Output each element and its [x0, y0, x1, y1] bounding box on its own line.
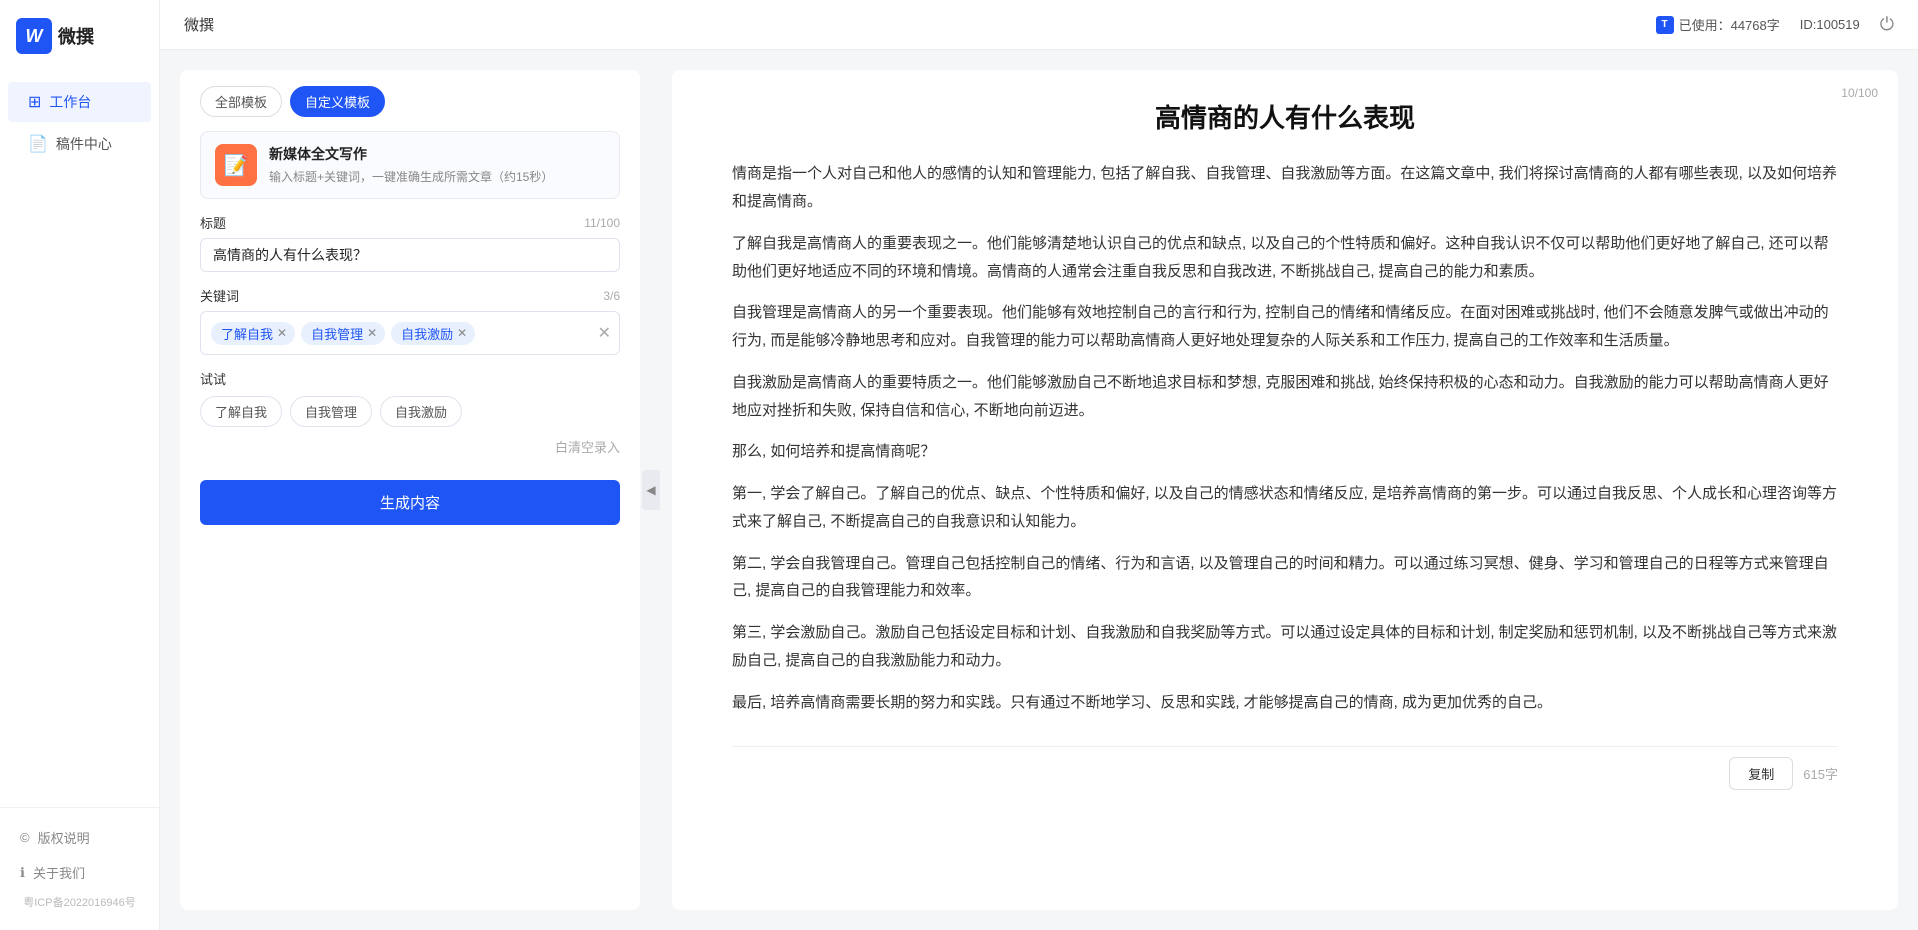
- title-section: 标题 11/100: [200, 213, 620, 272]
- try-section: 试试 了解自我 自我管理 自我激励 白清空录入: [200, 369, 620, 458]
- article-paragraph: 最后, 培养高情商需要长期的努力和实践。只有通过不断地学习、反思和实践, 才能够…: [732, 689, 1838, 717]
- keyword-remove-2[interactable]: ✕: [367, 326, 377, 340]
- logo-area: W 微撰: [0, 0, 159, 72]
- usage-info: T 已使用：44768字: [1656, 15, 1780, 34]
- sidebar: W 微撰 ⊞ 工作台 📄 稿件中心 © 版权说明 ℹ 关于我们 粤ICP备202…: [0, 0, 160, 930]
- sidebar-drafts-label: 稿件中心: [56, 134, 112, 154]
- topbar-title: 微撰: [184, 14, 214, 35]
- right-footer: 复制 615字: [732, 746, 1838, 790]
- sidebar-footer: © 版权说明 ℹ 关于我们 粤ICP备2022016946号: [0, 807, 159, 930]
- keywords-clear-btn[interactable]: ✕: [598, 323, 611, 343]
- clear-all-btn[interactable]: 白清空录入: [200, 435, 620, 458]
- template-info: 新媒体全文写作 输入标题+关键词，一键准确生成所需文章（约15秒）: [269, 144, 605, 186]
- keywords-label: 关键词: [200, 286, 239, 305]
- logo-text: 微撰: [58, 23, 94, 49]
- sidebar-nav: ⊞ 工作台 📄 稿件中心: [0, 72, 159, 807]
- title-count: 11/100: [584, 216, 620, 230]
- content-area: 全部模板 自定义模板 📝 新媒体全文写作 输入标题+关键词，一键准确生成所需文章…: [160, 50, 1918, 930]
- article-body: 情商是指一个人对自己和他人的感情的认知和管理能力, 包括了解自我、自我管理、自我…: [732, 160, 1838, 730]
- article-paragraph: 了解自我是高情商人的重要表现之一。他们能够清楚地认识自己的优点和缺点, 以及自己…: [732, 230, 1838, 286]
- article-paragraph: 情商是指一个人对自己和他人的感情的认知和管理能力, 包括了解自我、自我管理、自我…: [732, 160, 1838, 216]
- keyword-tag-3[interactable]: 自我激励 ✕: [391, 322, 475, 345]
- keywords-label-row: 关键词 3/6: [200, 286, 620, 305]
- about-label: 关于我们: [33, 863, 85, 882]
- article-paragraph: 第一, 学会了解自己。了解自己的优点、缺点、个性特质和偏好, 以及自己的情感状态…: [732, 480, 1838, 536]
- template-name: 新媒体全文写作: [269, 144, 605, 164]
- article-counter: 10/100: [1841, 86, 1878, 100]
- try-tags: 了解自我 自我管理 自我激励: [200, 396, 620, 427]
- keyword-tag-1[interactable]: 了解自我 ✕: [211, 322, 295, 345]
- template-card: 📝 新媒体全文写作 输入标题+关键词，一键准确生成所需文章（约15秒）: [200, 131, 620, 199]
- topbar-right: T 已使用：44768字 ID:100519 ⏻: [1656, 14, 1894, 35]
- copyright-label: 版权说明: [38, 828, 90, 847]
- keyword-remove-3[interactable]: ✕: [457, 326, 467, 340]
- keywords-count: 3/6: [603, 289, 620, 303]
- keywords-box[interactable]: 了解自我 ✕ 自我管理 ✕ 自我激励 ✕ ✕: [200, 311, 620, 355]
- word-count: 615字: [1803, 764, 1838, 783]
- try-tag-2[interactable]: 自我管理: [290, 396, 372, 427]
- left-panel: 全部模板 自定义模板 📝 新媒体全文写作 输入标题+关键词，一键准确生成所需文章…: [180, 70, 640, 910]
- article-paragraph: 那么, 如何培养和提高情商呢？: [732, 438, 1838, 466]
- power-button[interactable]: ⏻: [1880, 14, 1894, 35]
- keywords-section: 关键词 3/6 了解自我 ✕ 自我管理 ✕ 自我激励 ✕: [200, 286, 620, 355]
- collapse-button[interactable]: ◀: [642, 470, 660, 510]
- try-tag-3[interactable]: 自我激励: [380, 396, 462, 427]
- keyword-tag-2[interactable]: 自我管理 ✕: [301, 322, 385, 345]
- copyright-item[interactable]: © 版权说明: [0, 820, 159, 855]
- usage-icon: T: [1656, 16, 1674, 34]
- title-input[interactable]: [200, 238, 620, 272]
- topbar: 微撰 T 已使用：44768字 ID:100519 ⏻: [160, 0, 1918, 50]
- about-item[interactable]: ℹ 关于我们: [0, 855, 159, 890]
- workbench-icon: ⊞: [28, 92, 41, 112]
- drafts-icon: 📄: [28, 134, 48, 154]
- icp-text: 粤ICP备2022016946号: [0, 890, 159, 918]
- article-paragraph: 第三, 学会激励自己。激励自己包括设定目标和计划、自我激励和自我奖励等方式。可以…: [732, 619, 1838, 675]
- try-label: 试试: [200, 369, 620, 388]
- sidebar-item-drafts[interactable]: 📄 稿件中心: [8, 124, 151, 164]
- article-title: 高情商的人有什么表现: [732, 100, 1838, 136]
- title-label-row: 标题 11/100: [200, 213, 620, 232]
- sidebar-workbench-label: 工作台: [49, 92, 91, 112]
- title-label: 标题: [200, 213, 226, 232]
- sidebar-item-workbench[interactable]: ⊞ 工作台: [8, 82, 151, 122]
- copyright-icon: ©: [20, 830, 30, 845]
- logo-icon: W: [16, 18, 52, 54]
- id-info: ID:100519: [1800, 17, 1860, 32]
- tab-custom-templates[interactable]: 自定义模板: [290, 86, 385, 117]
- template-tabs: 全部模板 自定义模板: [200, 86, 620, 117]
- article-paragraph: 自我管理是高情商人的另一个重要表现。他们能够有效地控制自己的言行和行为, 控制自…: [732, 299, 1838, 355]
- article-paragraph: 自我激励是高情商人的重要特质之一。他们能够激励自己不断地追求目标和梦想, 克服困…: [732, 369, 1838, 425]
- template-icon: 📝: [215, 144, 257, 186]
- try-tag-1[interactable]: 了解自我: [200, 396, 282, 427]
- article-paragraph: 第二, 学会自我管理自己。管理自己包括控制自己的情绪、行为和言语, 以及管理自己…: [732, 550, 1838, 606]
- tab-all-templates[interactable]: 全部模板: [200, 86, 282, 117]
- right-panel: 10/100 高情商的人有什么表现 情商是指一个人对自己和他人的感情的认知和管理…: [672, 70, 1898, 910]
- generate-button[interactable]: 生成内容: [200, 480, 620, 525]
- keyword-remove-1[interactable]: ✕: [277, 326, 287, 340]
- about-icon: ℹ: [20, 865, 25, 881]
- usage-label: 已使用：44768字: [1679, 15, 1780, 34]
- main-area: 微撰 T 已使用：44768字 ID:100519 ⏻ 全部模板 自定义模板 📝: [160, 0, 1918, 930]
- copy-button[interactable]: 复制: [1729, 757, 1793, 790]
- template-desc: 输入标题+关键词，一键准确生成所需文章（约15秒）: [269, 168, 605, 186]
